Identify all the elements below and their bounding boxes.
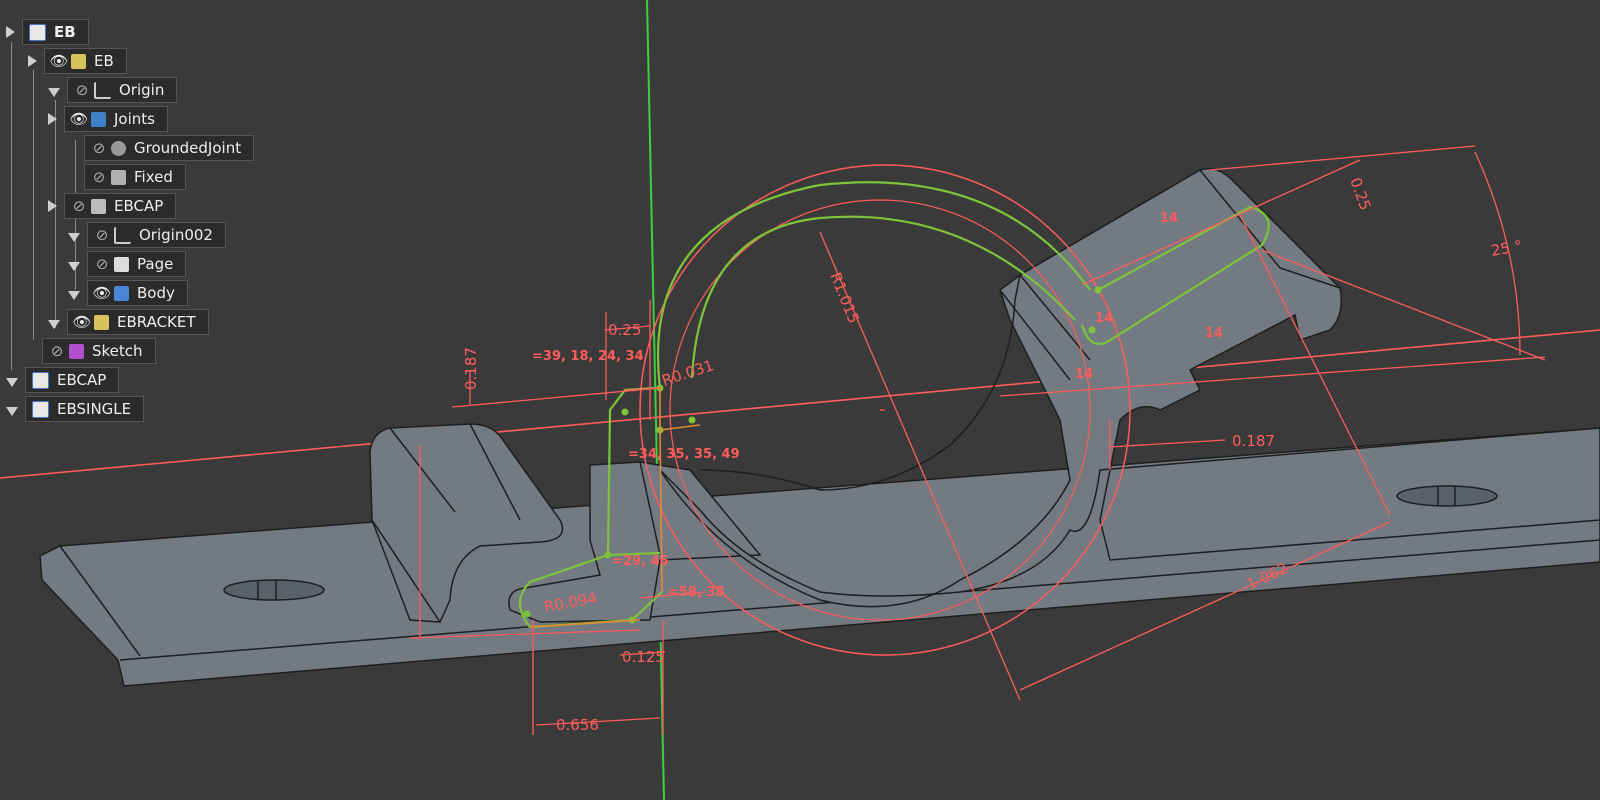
tree-node[interactable]: EBCAP <box>25 367 120 393</box>
origin-axes-icon <box>94 81 111 99</box>
tree-node[interactable]: 👁 EB <box>44 48 127 74</box>
page-icon <box>114 256 129 272</box>
sketch-icon <box>69 343 84 359</box>
tree-item-ebsingle-doc[interactable]: EBSINGLE <box>6 396 145 422</box>
tree-node[interactable]: ⊘ Fixed <box>84 164 186 190</box>
tree-node[interactable]: EBSINGLE <box>25 396 145 422</box>
model-tree[interactable]: EB 👁 EB ⊘ Origin 👁 Joints ⊘ GroundedJoin… <box>0 0 300 430</box>
radius-0031-label[interactable]: R0.031 <box>660 356 716 390</box>
tree-node[interactable]: ⊘ Sketch <box>42 338 156 364</box>
visibility-eye-icon[interactable]: 👁 <box>72 313 91 331</box>
left-slot-hole <box>223 579 325 601</box>
collapse-arrow-icon[interactable] <box>48 319 60 329</box>
constraint-14-a[interactable]: 14 <box>1160 211 1178 226</box>
tree-item-sketch[interactable]: ⊘ Sketch <box>42 338 156 364</box>
document-icon <box>32 400 49 418</box>
constraint-label-mid[interactable]: =34, 35, 35, 49 <box>628 447 740 462</box>
visibility-eye-icon[interactable]: 👁 <box>49 52 68 70</box>
tree-node[interactable]: ⊘ EBCAP <box>64 193 177 219</box>
tree-node[interactable]: EB <box>22 19 89 45</box>
constraint-14-c[interactable]: 14 <box>1205 326 1223 341</box>
tree-item-body[interactable]: 👁 Body <box>68 280 188 306</box>
tree-node[interactable]: ⊘ Origin <box>67 77 178 103</box>
hidden-eye-icon[interactable]: ⊘ <box>91 168 107 186</box>
dim-0187-left[interactable]: 0.187 <box>462 347 480 390</box>
hidden-eye-icon[interactable]: ⊘ <box>94 226 110 244</box>
expand-arrow-icon[interactable] <box>6 26 15 38</box>
grounded-joint-icon <box>111 140 126 156</box>
tree-node[interactable]: 👁 EBRACKET <box>67 309 209 335</box>
collapse-arrow-icon[interactable] <box>6 406 18 416</box>
tree-item-ebracket[interactable]: 👁 EBRACKET <box>48 309 209 335</box>
constraint-14-d[interactable]: 14 <box>1075 367 1093 382</box>
tree-guide-line <box>33 70 34 340</box>
hidden-eye-icon[interactable]: ⊘ <box>49 342 65 360</box>
document-icon <box>29 23 46 41</box>
expand-arrow-icon[interactable] <box>28 55 37 67</box>
tree-guide-line <box>11 42 12 370</box>
fixed-joint-icon <box>111 169 126 185</box>
expand-arrow-icon[interactable] <box>48 113 57 125</box>
body-icon <box>114 285 129 301</box>
linked-part-icon <box>91 198 106 214</box>
constraint-label-bottom2[interactable]: =29, 46 <box>612 554 669 569</box>
tree-item-ebcap-link[interactable]: ⊘ EBCAP <box>48 193 177 219</box>
collapse-arrow-icon[interactable] <box>68 232 80 242</box>
tree-item-page[interactable]: ⊘ Page <box>68 251 187 277</box>
tree-node[interactable]: ⊘ GroundedJoint <box>84 135 255 161</box>
part-icon <box>71 53 86 69</box>
tree-item-origin[interactable]: ⊘ Origin <box>48 77 178 103</box>
origin-axes-icon <box>114 226 131 244</box>
tree-item-grounded-joint[interactable]: ⊘ GroundedJoint <box>84 135 255 161</box>
dim-0656[interactable]: 0.656 <box>556 716 599 734</box>
constraint-label-bottom[interactable]: =58, 38 <box>668 585 725 600</box>
visibility-eye-icon[interactable]: 👁 <box>69 110 88 128</box>
tree-item-joints[interactable]: 👁 Joints <box>48 106 168 132</box>
document-icon <box>32 371 49 389</box>
expand-arrow-icon[interactable] <box>48 200 57 212</box>
tree-node[interactable]: ⊘ Origin002 <box>87 222 226 248</box>
constraint-label-top[interactable]: =39, 18, 24, 34 <box>532 349 644 364</box>
dim-025-right[interactable]: 0.25 <box>1346 175 1374 213</box>
collapse-arrow-icon[interactable] <box>68 290 80 300</box>
dim-025-top[interactable]: 0.25 <box>608 321 641 339</box>
constraint-14-b[interactable]: 14 <box>1095 311 1113 326</box>
tree-item-ebcap-doc[interactable]: EBCAP <box>6 367 120 393</box>
linked-part-icon <box>94 314 109 330</box>
collapse-arrow-icon[interactable] <box>68 261 80 271</box>
visibility-eye-icon[interactable]: 👁 <box>92 284 111 302</box>
tree-item-eb-doc[interactable]: EB <box>6 19 89 45</box>
hidden-eye-icon[interactable]: ⊘ <box>91 139 107 157</box>
angle-25-label[interactable]: 25 ° <box>1490 237 1524 260</box>
hidden-eye-icon[interactable]: ⊘ <box>74 81 90 99</box>
dim-0187-right[interactable]: 0.187 <box>1232 432 1275 450</box>
hidden-eye-icon[interactable]: ⊘ <box>94 255 110 273</box>
joints-icon <box>91 111 106 127</box>
tree-node[interactable]: 👁 Joints <box>64 106 168 132</box>
collapse-arrow-icon[interactable] <box>6 377 18 387</box>
tree-node[interactable]: 👁 Body <box>87 280 188 306</box>
tree-node[interactable]: ⊘ Page <box>87 251 187 277</box>
collapse-arrow-icon[interactable] <box>48 87 60 97</box>
dim-0125[interactable]: 0.125 <box>622 648 665 666</box>
tree-item-origin002[interactable]: ⊘ Origin002 <box>68 222 226 248</box>
tree-item-eb-part[interactable]: 👁 EB <box>28 48 127 74</box>
radius-1015-label[interactable]: R1.015 <box>826 270 863 326</box>
right-slot-hole <box>1396 485 1498 507</box>
hidden-eye-icon[interactable]: ⊘ <box>71 197 87 215</box>
tree-item-fixed[interactable]: ⊘ Fixed <box>84 164 186 190</box>
